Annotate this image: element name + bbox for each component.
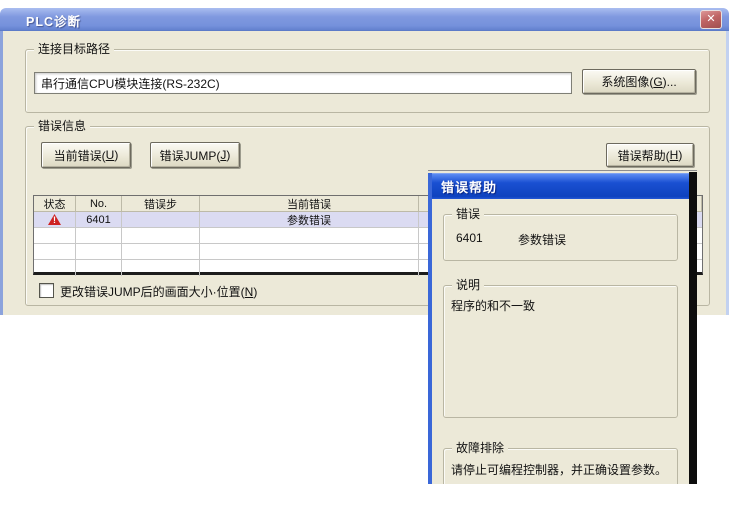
header-error-step: 错误步 [122,196,200,212]
error-jump-button[interactable]: 错误JUMP(J) [150,142,240,168]
connection-path-group-label: 连接目标路径 [34,42,114,57]
error-info-group-label: 错误信息 [34,119,90,134]
connection-path-field[interactable]: 串行通信CPU模块连接(RS-232C) [34,72,572,94]
close-button[interactable]: ✕ [700,10,722,29]
resize-after-jump-checkbox-label[interactable]: 更改错误JUMP后的画面大小·位置(N) [60,283,257,300]
status-cell [34,212,76,228]
help-description-group-label: 说明 [452,278,484,293]
warning-triangle-icon [48,214,61,225]
help-description-text: 程序的和不一致 [451,297,535,314]
help-troubleshooting-group: 故障排除 请停止可编程控制器，并正确设置参数。 [443,448,678,484]
connection-path-group: 连接目标路径 串行通信CPU模块连接(RS-232C) 系统图像(G)... [25,49,710,113]
close-icon: ✕ [706,14,715,25]
dialog-titlebar[interactable]: PLC诊断 ✕ [0,8,729,31]
error-no-cell: 6401 [76,212,122,228]
current-error-cell: 参数错误 [200,212,419,228]
error-help-right-border [689,172,697,484]
help-error-code: 6401 [456,231,483,245]
system-image-button[interactable]: 系统图像(G)... [582,69,696,94]
resize-after-jump-checkbox[interactable] [39,283,54,298]
help-troubleshooting-group-label: 故障排除 [452,441,508,456]
error-help-body: 错误 6401 参数错误 说明 程序的和不一致 故障排除 请停止可编程控制器，并… [432,199,689,484]
help-troubleshooting-text: 请停止可编程控制器，并正确设置参数。 [451,461,667,478]
error-help-window: 错误帮助 错误 6401 参数错误 说明 程序的和不一致 故障排除 请停止可编程… [428,170,697,484]
help-error-group: 错误 6401 参数错误 [443,214,678,261]
header-current-error: 当前错误 [200,196,419,212]
help-description-group: 说明 程序的和不一致 [443,285,678,418]
error-help-titlebar[interactable]: 错误帮助 [432,173,689,199]
error-step-cell [122,212,200,228]
dialog-title: PLC诊断 [26,11,81,30]
header-status: 状态 [34,196,76,212]
current-error-button[interactable]: 当前错误(U) [41,142,131,168]
error-help-button[interactable]: 错误帮助(H) [606,143,694,167]
error-help-title: 错误帮助 [432,177,497,196]
help-error-group-label: 错误 [452,207,484,222]
header-no: No. [76,196,122,212]
help-error-message: 参数错误 [518,231,566,248]
